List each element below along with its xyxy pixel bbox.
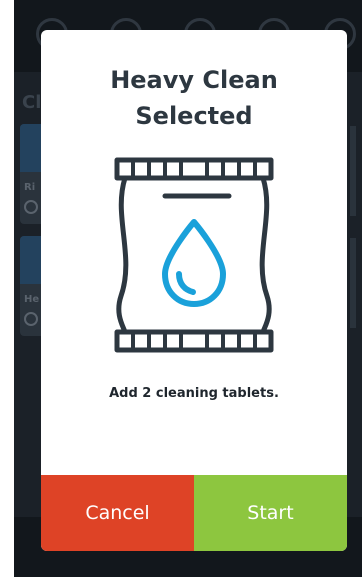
clock-icon [24, 312, 38, 326]
background-card-edge [350, 238, 356, 328]
background-card-edge [350, 126, 356, 216]
cleaning-tablet-pack-icon [114, 157, 274, 353]
dialog-title-line2: Selected [135, 102, 253, 130]
background-section-title: Cl [22, 92, 42, 113]
cancel-button[interactable]: Cancel [41, 475, 194, 551]
dialog-instruction: Add 2 cleaning tablets. [109, 386, 279, 401]
dialog-title-line1: Heavy Clean [110, 66, 278, 94]
start-button[interactable]: Start [194, 475, 347, 551]
heavy-clean-dialog: Heavy Clean Selected Add 2 cleaning tabl… [41, 30, 347, 551]
clock-icon [24, 200, 38, 214]
dialog-title: Heavy Clean Selected [41, 62, 347, 134]
background-card-label: He [24, 294, 40, 305]
background-card-label: Ri [24, 182, 36, 193]
